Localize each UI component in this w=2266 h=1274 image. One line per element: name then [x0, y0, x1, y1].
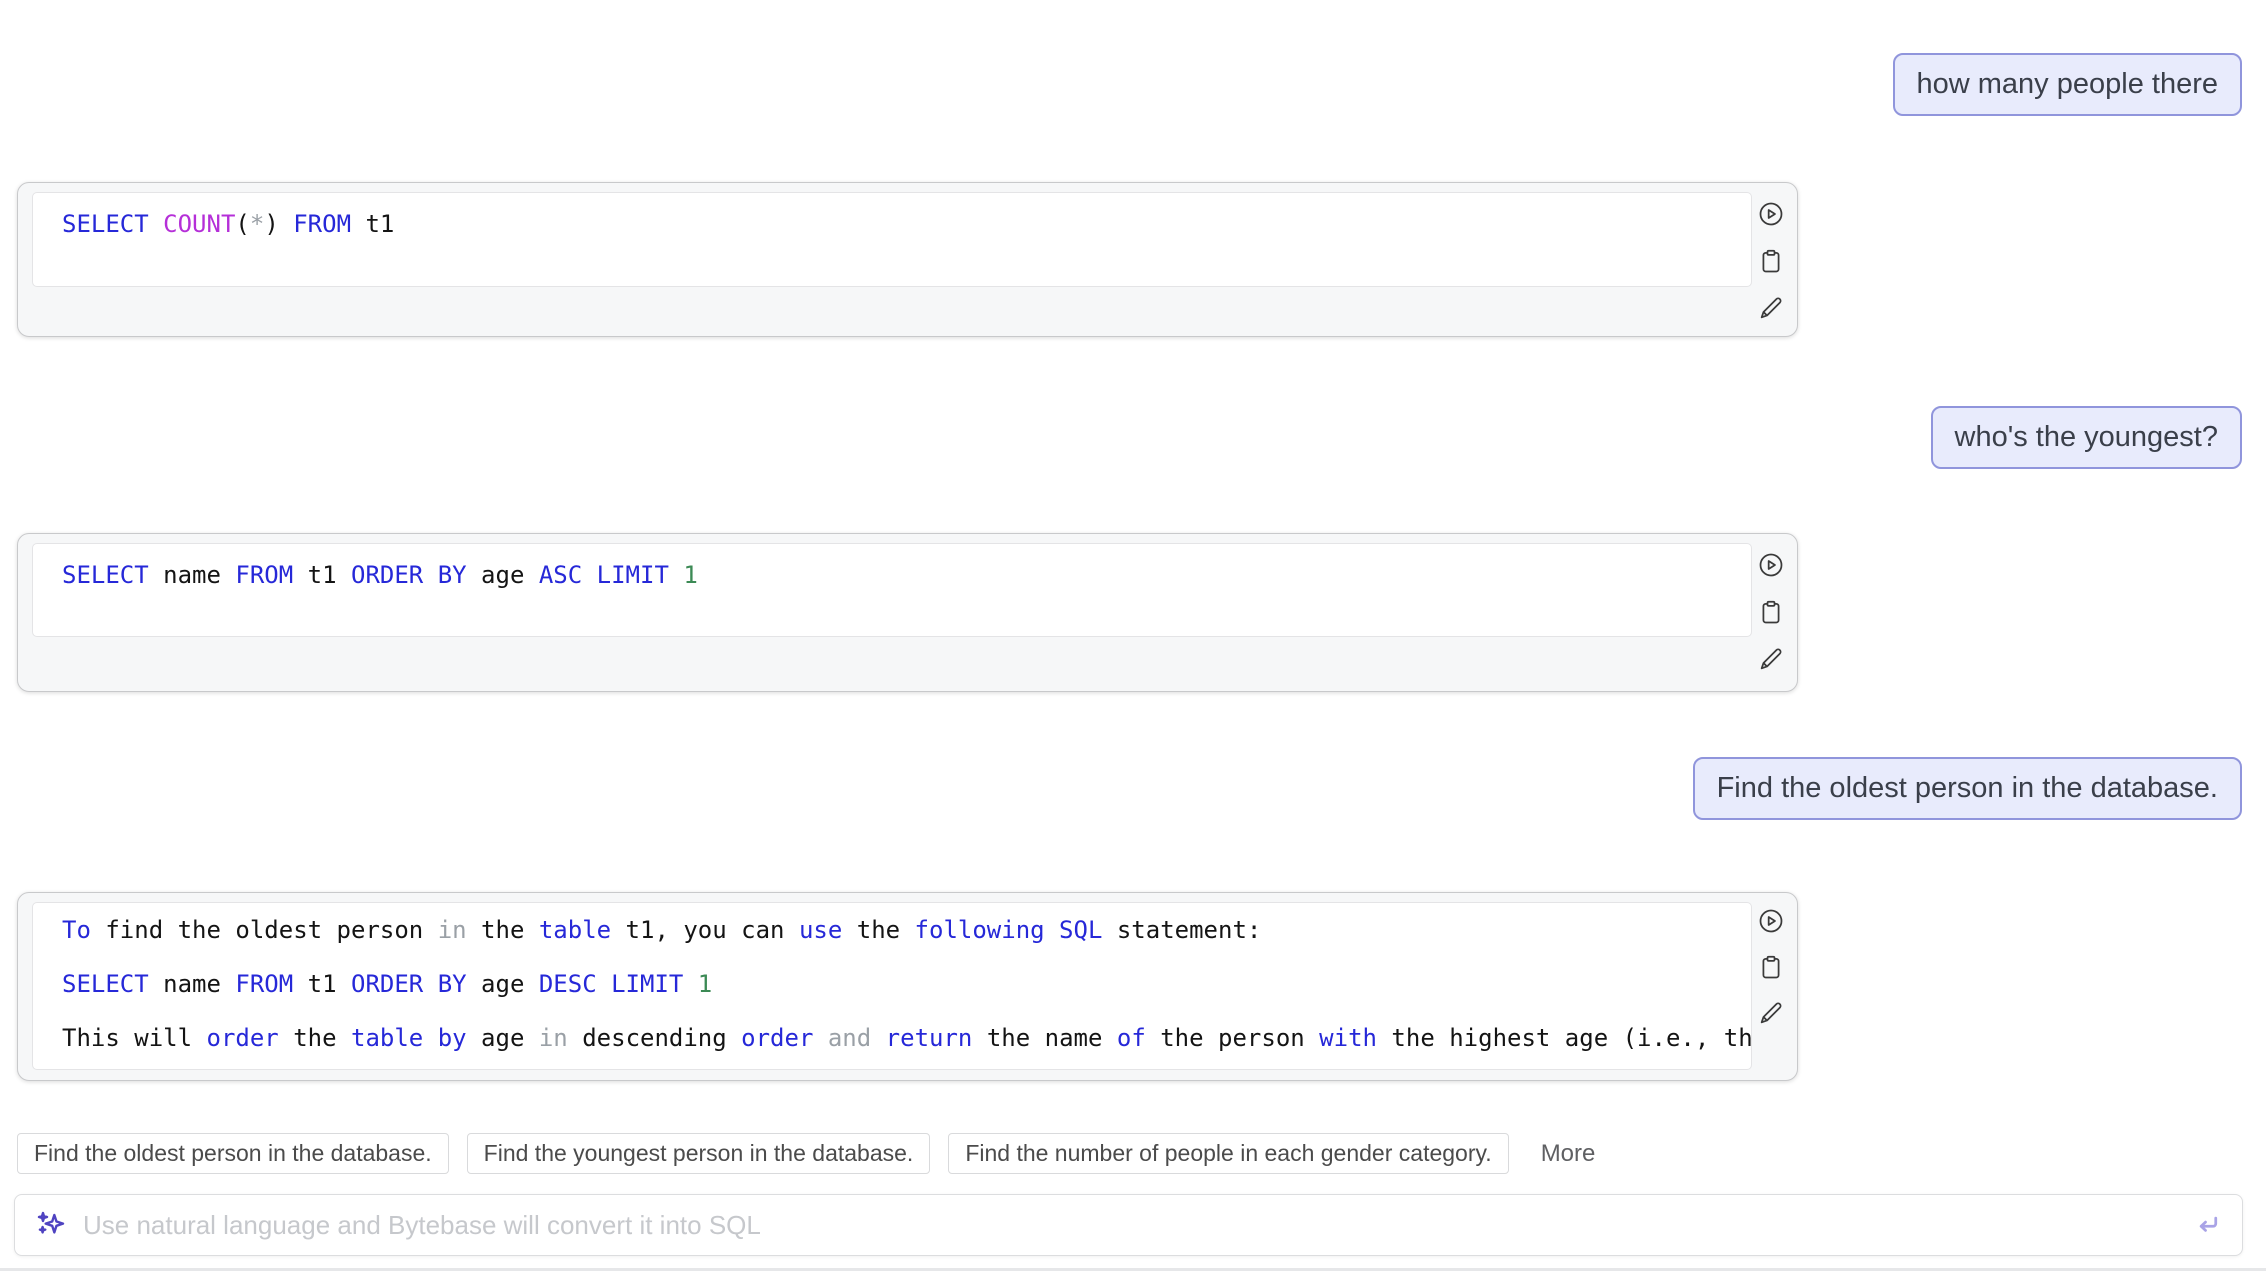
clipboard-icon — [1757, 247, 1785, 275]
enter-return-icon — [2192, 1210, 2222, 1240]
submit-button[interactable] — [2192, 1210, 2222, 1240]
play-circle-icon — [1757, 907, 1785, 935]
answer-line: This will order the table by age in desc… — [33, 1011, 1751, 1065]
answer-text-area: To find the oldest person in the table t… — [32, 902, 1752, 1070]
edit-button[interactable] — [1756, 644, 1786, 674]
more-suggestions-button[interactable]: More — [1535, 1139, 1602, 1169]
pencil-icon — [1757, 645, 1785, 673]
nl2sql-chat-panel: how many people there SELECT COUNT(*) FR… — [0, 0, 2266, 1274]
sql-code-area: SELECT COUNT(*) FROM t1 — [32, 192, 1752, 287]
clipboard-icon — [1757, 598, 1785, 626]
play-circle-icon — [1757, 200, 1785, 228]
copy-button[interactable] — [1756, 246, 1786, 276]
pencil-icon — [1757, 999, 1785, 1027]
suggestion-chip[interactable]: Find the oldest person in the database. — [17, 1133, 449, 1174]
user-message-bubble: Find the oldest person in the database. — [1693, 757, 2242, 820]
run-query-button[interactable] — [1756, 906, 1786, 936]
nl2sql-composer — [14, 1194, 2243, 1256]
code-line: SELECT name FROM t1 ORDER BY age ASC LIM… — [33, 548, 1751, 602]
assistant-sql-block: SELECT name FROM t1 ORDER BY age ASC LIM… — [17, 533, 1798, 692]
edit-button[interactable] — [1756, 998, 1786, 1028]
user-message-bubble: how many people there — [1893, 53, 2242, 116]
assistant-answer-block: To find the oldest person in the table t… — [17, 892, 1798, 1081]
bottom-divider — [0, 1268, 2266, 1271]
copy-button[interactable] — [1756, 597, 1786, 627]
sql-code-area: SELECT name FROM t1 ORDER BY age ASC LIM… — [32, 543, 1752, 637]
natural-language-input[interactable] — [81, 1209, 2178, 1242]
block-action-column — [1751, 550, 1791, 674]
run-query-button[interactable] — [1756, 199, 1786, 229]
run-query-button[interactable] — [1756, 550, 1786, 580]
answer-line: To find the oldest person in the table t… — [33, 903, 1751, 957]
clipboard-icon — [1757, 953, 1785, 981]
suggestion-chips-row: Find the oldest person in the database. … — [17, 1133, 1601, 1174]
suggestion-chip[interactable]: Find the youngest person in the database… — [467, 1133, 931, 1174]
code-line: SELECT COUNT(*) FROM t1 — [33, 197, 1751, 251]
block-action-column — [1751, 906, 1791, 1028]
user-message-bubble: who's the youngest? — [1931, 406, 2243, 469]
edit-button[interactable] — [1756, 293, 1786, 323]
copy-button[interactable] — [1756, 952, 1786, 982]
assistant-sql-block: SELECT COUNT(*) FROM t1 — [17, 182, 1798, 337]
suggestion-chip[interactable]: Find the number of people in each gender… — [948, 1133, 1508, 1174]
play-circle-icon — [1757, 551, 1785, 579]
sparkles-icon — [35, 1209, 67, 1241]
answer-line: SELECT name FROM t1 ORDER BY age DESC LI… — [33, 957, 1751, 1011]
pencil-icon — [1757, 294, 1785, 322]
block-action-column — [1751, 199, 1791, 323]
